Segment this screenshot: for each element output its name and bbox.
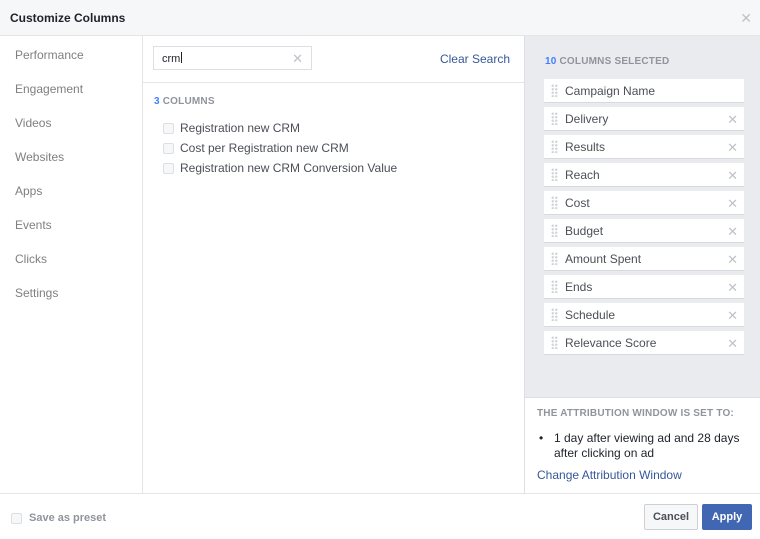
drag-handle-icon[interactable] [551, 252, 558, 265]
sidebar-item-engagement[interactable]: Engagement [15, 82, 83, 96]
dialog-footer: Save as preset Cancel Apply [0, 493, 760, 539]
selected-column-label: Amount Spent [565, 252, 642, 266]
selected-column-item[interactable]: Ends ✕ [544, 275, 744, 299]
selected-column-item[interactable]: Cost ✕ [544, 191, 744, 215]
clear-search-link[interactable]: Clear Search [440, 52, 510, 66]
sidebar-item-apps[interactable]: Apps [15, 184, 42, 198]
text-caret [181, 52, 183, 63]
clear-input-icon[interactable]: ✕ [292, 51, 303, 67]
remove-column-icon[interactable]: ✕ [727, 336, 738, 352]
drag-handle-icon[interactable] [551, 308, 558, 321]
selected-column-label: Relevance Score [565, 336, 657, 350]
search-bar: crm ✕ Clear Search [143, 36, 524, 83]
results-count-suffix: COLUMNS [162, 96, 215, 107]
drag-handle-icon[interactable] [551, 280, 558, 293]
selected-count-label: 10 COLUMNS SELECTED [545, 56, 669, 67]
search-value: crm [162, 53, 181, 65]
results-count-label: 3 COLUMNS [154, 96, 215, 107]
drag-handle-icon[interactable] [551, 84, 558, 97]
drag-handle-icon[interactable] [551, 196, 558, 209]
attribution-heading: THE ATTRIBUTION WINDOW IS SET TO: [537, 408, 734, 419]
selected-column-item[interactable]: Reach ✕ [544, 163, 744, 187]
column-checkbox[interactable] [163, 143, 174, 154]
remove-column-icon[interactable]: ✕ [727, 224, 738, 240]
drag-handle-icon[interactable] [551, 168, 558, 181]
attribution-window-box: THE ATTRIBUTION WINDOW IS SET TO: • 1 da… [525, 397, 760, 493]
apply-button[interactable]: Apply [702, 504, 752, 530]
selected-column-label: Ends [565, 280, 593, 294]
dialog-title: Customize Columns [10, 11, 126, 25]
search-input[interactable]: crm ✕ [153, 46, 312, 70]
selected-column-item[interactable]: Schedule ✕ [544, 303, 744, 327]
sidebar-item-videos[interactable]: Videos [15, 116, 51, 130]
selected-column-label: Campaign Name [565, 84, 656, 98]
sidebar-item-settings[interactable]: Settings [15, 286, 58, 300]
selected-count-suffix: COLUMNS SELECTED [559, 56, 670, 67]
selected-column-label: Cost [565, 196, 590, 210]
column-checkbox[interactable] [163, 163, 174, 174]
remove-column-icon[interactable]: ✕ [727, 280, 738, 296]
results-count: 3 [154, 96, 160, 107]
remove-column-icon[interactable]: ✕ [727, 252, 738, 268]
column-option-label: Cost per Registration new CRM [180, 141, 349, 155]
drag-handle-icon[interactable] [551, 112, 558, 125]
selected-column-item[interactable]: Results ✕ [544, 135, 744, 159]
selected-column-label: Delivery [565, 112, 609, 126]
drag-handle-icon[interactable] [551, 224, 558, 237]
drag-handle-icon[interactable] [551, 140, 558, 153]
selected-column-label: Reach [565, 168, 600, 182]
selected-column-label: Budget [565, 224, 604, 238]
column-option-label: Registration new CRM [180, 121, 301, 135]
sidebar-item-performance[interactable]: Performance [15, 48, 84, 62]
selected-count: 10 [545, 56, 557, 67]
remove-column-icon[interactable]: ✕ [727, 168, 738, 184]
remove-column-icon[interactable]: ✕ [727, 308, 738, 324]
drag-handle-icon[interactable] [551, 336, 558, 349]
change-attribution-link[interactable]: Change Attribution Window [537, 468, 682, 482]
selected-column-item[interactable]: Campaign Name [544, 79, 744, 103]
close-icon[interactable]: ✕ [740, 10, 752, 27]
sidebar-item-websites[interactable]: Websites [15, 150, 64, 164]
remove-column-icon[interactable]: ✕ [727, 112, 738, 128]
selected-column-label: Schedule [565, 308, 616, 322]
remove-column-icon[interactable]: ✕ [727, 196, 738, 212]
sidebar-item-events[interactable]: Events [15, 218, 52, 232]
bullet-icon: • [539, 431, 544, 445]
selected-column-item[interactable]: Amount Spent ✕ [544, 247, 744, 271]
sidebar-item-clicks[interactable]: Clicks [15, 252, 47, 266]
attribution-description: 1 day after viewing ad and 28 days after… [554, 431, 740, 460]
remove-column-icon[interactable]: ✕ [727, 140, 738, 156]
column-checkbox[interactable] [163, 123, 174, 134]
selected-column-item[interactable]: Delivery ✕ [544, 107, 744, 131]
selected-column-label: Results [565, 140, 606, 154]
selected-columns-panel: 10 COLUMNS SELECTED Campaign Name Delive… [524, 36, 760, 493]
cancel-button[interactable]: Cancel [644, 504, 698, 530]
column-option-label: Registration new CRM Conversion Value [180, 161, 398, 175]
column-search-panel: crm ✕ Clear Search 3 COLUMNS Registratio… [143, 36, 524, 493]
save-preset-checkbox[interactable] [11, 513, 22, 524]
dialog-header: Customize Columns ✕ [0, 0, 760, 36]
save-preset-label[interactable]: Save as preset [29, 512, 106, 524]
selected-column-item[interactable]: Budget ✕ [544, 219, 744, 243]
selected-column-item[interactable]: Relevance Score ✕ [544, 331, 744, 355]
category-sidebar: Performance Engagement Videos Websites A… [0, 36, 143, 493]
